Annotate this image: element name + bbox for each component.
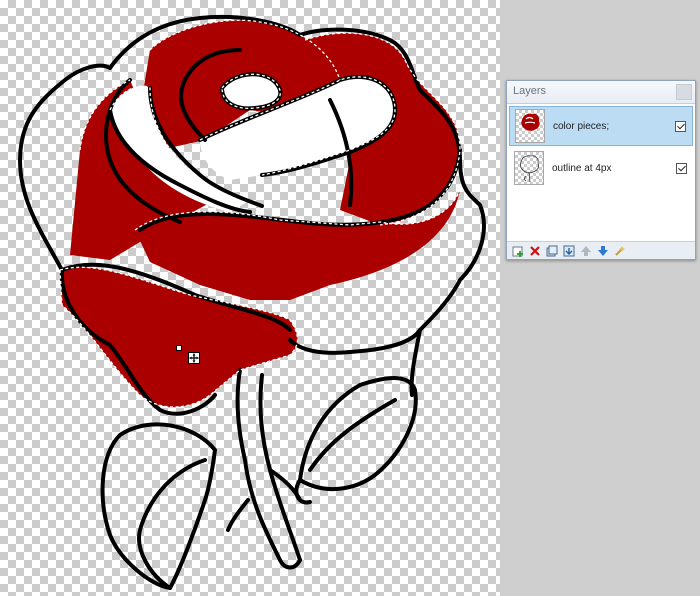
layer-visibility-checkbox[interactable] [676, 162, 687, 174]
layers-list: color pieces; outline at 4px [507, 104, 695, 240]
image-canvas[interactable] [0, 0, 500, 596]
duplicate-layer-icon[interactable] [546, 245, 558, 257]
add-layer-icon[interactable] [512, 245, 524, 257]
merge-down-icon[interactable] [563, 245, 575, 257]
layer-row-color-pieces[interactable]: color pieces; [509, 106, 693, 146]
layer-name: color pieces; [553, 120, 610, 132]
layers-title: Layers [513, 85, 547, 97]
move-cursor-icon [188, 352, 200, 364]
layer-name: outline at 4px [552, 162, 612, 174]
rose-artwork [18, 14, 486, 590]
layers-titlebar[interactable]: Layers [507, 81, 695, 104]
move-down-icon[interactable] [597, 245, 609, 257]
cursor-origin-marker [176, 345, 182, 351]
delete-layer-icon[interactable] [529, 245, 541, 257]
layers-toolbar [507, 241, 695, 259]
close-icon[interactable] [676, 84, 692, 100]
layer-visibility-checkbox[interactable] [675, 120, 686, 132]
move-up-icon[interactable] [580, 245, 592, 257]
layer-thumbnail-icon [514, 151, 544, 185]
layers-panel: Layers color pieces; outline at 4px [506, 80, 696, 260]
layer-row-outline[interactable]: outline at 4px [509, 148, 693, 188]
properties-icon[interactable] [614, 245, 626, 257]
layer-thumbnail-icon [515, 109, 545, 143]
